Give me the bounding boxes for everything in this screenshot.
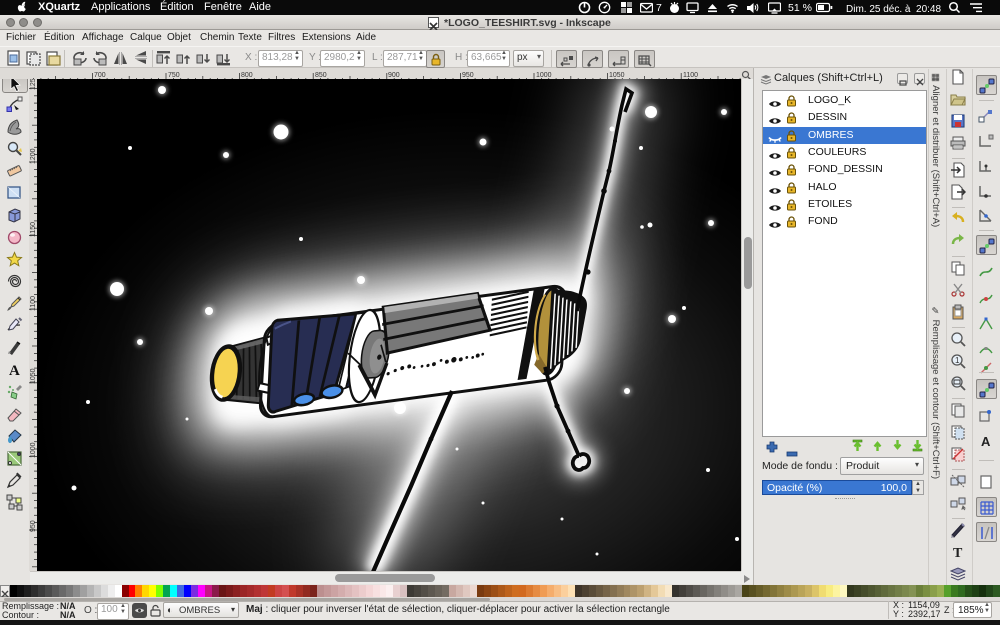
svg-text:A: A <box>9 363 20 378</box>
svg-text:1100: 1100 <box>683 72 698 79</box>
svg-text:850: 850 <box>315 72 327 79</box>
svg-text:1000: 1000 <box>30 442 37 458</box>
svg-text:900: 900 <box>388 72 400 79</box>
svg-text:1000: 1000 <box>536 72 552 79</box>
svg-text:1200: 1200 <box>30 148 37 164</box>
svg-text:950: 950 <box>462 72 474 79</box>
svg-text:T: T <box>953 546 963 560</box>
svg-text:1150: 1150 <box>30 222 37 237</box>
svg-text:1050: 1050 <box>30 368 37 384</box>
svg-text:950: 950 <box>30 520 37 532</box>
svg-text:1250: 1250 <box>30 79 37 90</box>
svg-text:1100: 1100 <box>30 296 37 311</box>
svg-text:800: 800 <box>241 72 253 79</box>
svg-text:750: 750 <box>168 72 180 79</box>
svg-text:1050: 1050 <box>609 72 625 79</box>
svg-text:1: 1 <box>955 356 960 365</box>
svg-text:A: A <box>981 434 991 449</box>
svg-text:700: 700 <box>94 72 106 79</box>
